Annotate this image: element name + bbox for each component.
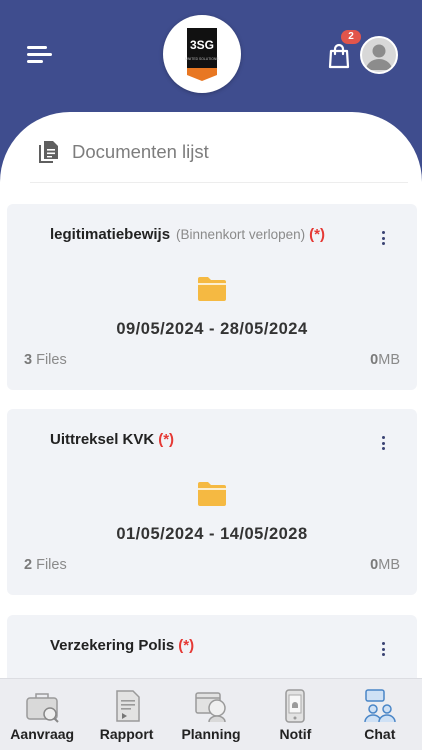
expiry-note: (Binnenkort verlopen) — [176, 227, 306, 242]
divider — [30, 182, 408, 183]
validity-dates: 01/05/2024 - 14/05/2028 — [116, 525, 308, 543]
document-card[interactable]: Uittreksel KVK (*) 01/05/2024 - 14/05/202… — [7, 409, 417, 595]
document-title-row: legitimatiebewijs (Binnenkort verlopen) (*… — [50, 226, 325, 243]
document-title-row: Uittreksel KVK (*) — [50, 431, 174, 448]
cart-count-badge: 2 — [341, 30, 361, 44]
chat-icon — [364, 689, 396, 723]
briefcase-icon — [26, 693, 59, 723]
documents-panel: Documenten lijst legitimatiebewijs (Binne… — [0, 112, 422, 678]
bottom-navigation: Aanvraag Rapport Planning Notif Chat — [0, 678, 422, 750]
user-avatar[interactable] — [360, 36, 398, 74]
nav-item-planning[interactable]: Planning — [169, 679, 253, 750]
document-icon — [39, 141, 58, 163]
nav-item-rapport[interactable]: Rapport — [84, 679, 168, 750]
document-card[interactable]: legitimatiebewijs (Binnenkort verlopen) (*… — [7, 204, 417, 390]
document-title: Verzekering Polis — [50, 637, 175, 654]
report-icon — [115, 690, 140, 722]
required-marker: (*) — [178, 637, 195, 654]
more-options-icon[interactable] — [379, 230, 389, 246]
page-title: Documenten lijst — [72, 141, 209, 162]
required-marker: (*) — [158, 431, 175, 448]
more-options-icon[interactable] — [379, 435, 389, 451]
planning-icon — [195, 692, 226, 723]
required-marker: (*) — [309, 226, 325, 243]
files-size: 0MB — [370, 352, 400, 368]
files-count: 2 Files — [24, 557, 67, 573]
document-title: Uittreksel KVK — [50, 431, 155, 448]
nav-label: Chat — [364, 726, 396, 742]
logo-text: 3SG — [190, 38, 214, 52]
files-count: 3 Files — [24, 352, 67, 368]
more-options-icon[interactable] — [379, 641, 389, 657]
page-title-row: Documenten lijst — [38, 138, 209, 166]
files-size: 0MB — [370, 557, 400, 573]
nav-label: Planning — [181, 726, 241, 742]
notification-icon — [285, 689, 306, 723]
folder-icon[interactable] — [197, 276, 227, 302]
company-logo: 3SG UNITED SOLUTIONS — [163, 15, 241, 93]
folder-icon[interactable] — [197, 481, 227, 507]
document-title: legitimatiebewijs — [50, 226, 171, 243]
nav-label: Aanvraag — [10, 726, 75, 742]
nav-item-notif[interactable]: Notif — [253, 679, 337, 750]
nav-item-aanvraag[interactable]: Aanvraag — [0, 679, 84, 750]
document-title-row: Verzekering Polis (*) — [50, 637, 194, 654]
validity-dates: 09/05/2024 - 28/05/2024 — [116, 320, 308, 338]
nav-label: Notif — [279, 726, 312, 742]
nav-label: Rapport — [99, 726, 154, 742]
menu-icon[interactable] — [27, 45, 53, 65]
document-card[interactable]: Verzekering Polis (*) — [7, 615, 417, 678]
shopping-bag-icon[interactable] — [326, 42, 352, 70]
logo-subtext: UNITED SOLUTIONS — [185, 57, 219, 61]
nav-item-chat[interactable]: Chat — [338, 679, 422, 750]
